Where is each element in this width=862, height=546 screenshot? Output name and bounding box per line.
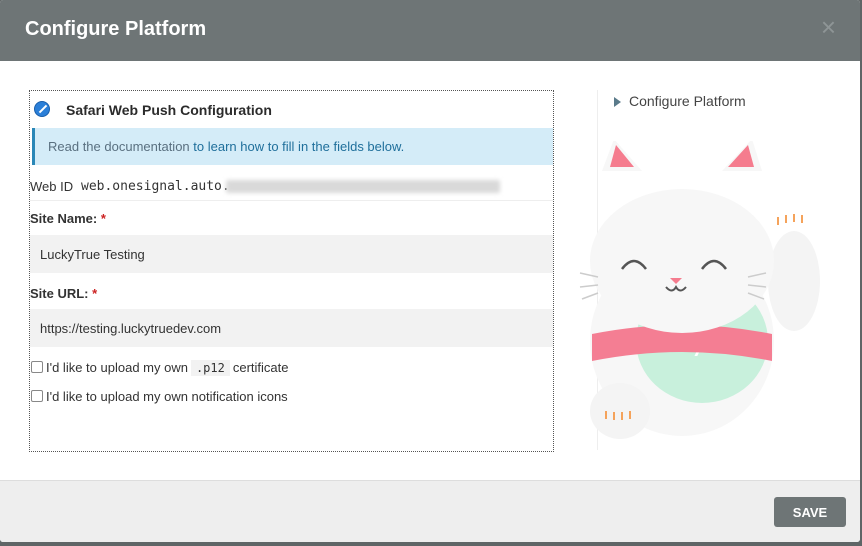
lucky-cat-mascot: </>	[579, 141, 820, 439]
upload-icons-option[interactable]: I'd like to upload my own notification i…	[30, 388, 430, 406]
web-id-row: Web ID web.onesignal.auto.	[30, 171, 553, 201]
caret-right-icon	[614, 97, 621, 107]
safari-compass-icon	[34, 101, 50, 117]
site-name-label: Site Name: *	[30, 211, 106, 226]
modal-title: Configure Platform	[25, 18, 207, 40]
documentation-link[interactable]: to learn how to fill in the fields below…	[193, 139, 404, 154]
side-nav-configure-platform[interactable]: Configure Platform	[614, 92, 814, 110]
web-id-label: Web ID	[30, 179, 74, 194]
side-nav-label: Configure Platform	[629, 93, 746, 109]
upload-icons-checkbox[interactable]	[31, 390, 43, 402]
site-url-input[interactable]	[30, 309, 553, 347]
upload-p12-checkbox[interactable]	[31, 361, 43, 373]
web-id-redacted	[226, 180, 500, 193]
required-marker: *	[100, 211, 106, 226]
modal-footer: SAVE	[0, 480, 860, 542]
upload-p12-label: I'd like to upload my own .p12 certificate	[46, 360, 289, 376]
section-header: Safari Web Push Configuration	[32, 96, 552, 122]
modal-header: Configure Platform ×	[0, 0, 860, 61]
info-prefix: Read the documentation	[48, 139, 194, 154]
web-id-value: web.onesignal.auto.	[81, 179, 230, 194]
upload-p12-option[interactable]: I'd like to upload my own .p12 certificate	[30, 359, 430, 377]
site-name-input[interactable]	[30, 235, 553, 273]
required-marker: *	[92, 286, 98, 301]
modal-body: Safari Web Push Configuration Read the d…	[0, 61, 860, 480]
save-button[interactable]: SAVE	[774, 497, 846, 527]
safari-config-form: Safari Web Push Configuration Read the d…	[29, 90, 554, 452]
upload-icons-label: I'd like to upload my own notification i…	[46, 389, 288, 404]
configure-platform-modal: Configure Platform × Safari Web Push Con…	[0, 0, 860, 542]
section-title: Safari Web Push Configuration	[66, 102, 272, 118]
site-url-label: Site URL: *	[30, 286, 98, 301]
p12-code: .p12	[190, 360, 230, 376]
documentation-info-bar: Read the documentation to learn how to f…	[32, 128, 553, 165]
close-icon[interactable]: ×	[821, 14, 836, 40]
info-text: Read the documentation to learn how to f…	[48, 139, 404, 154]
